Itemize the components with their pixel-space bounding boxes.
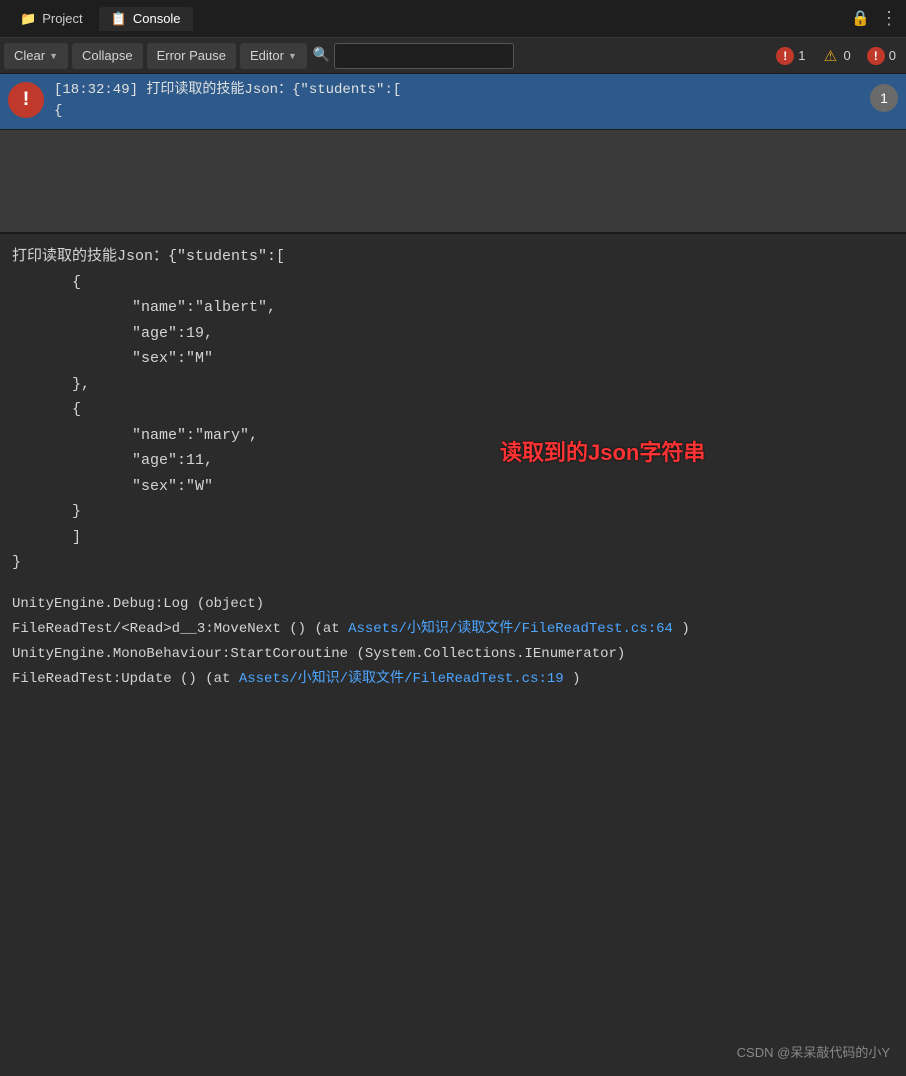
json-line-3: "name":"albert",: [132, 295, 894, 321]
info-badge[interactable]: ! 0: [861, 45, 902, 67]
warn-badge[interactable]: ⚠ 0: [816, 45, 857, 67]
clear-label: Clear: [14, 48, 45, 63]
stack-line-1: UnityEngine.Debug:Log (object): [12, 592, 894, 617]
collapse-button[interactable]: Collapse: [72, 43, 143, 69]
stack-line-5-text: FileReadTest:Update () (at: [12, 671, 230, 687]
json-line-1: 打印读取的技能Json：{"students":[: [12, 244, 894, 270]
toolbar: Clear ▼ Collapse Error Pause Editor ▼ 🔍 …: [0, 38, 906, 74]
console-tab-label: Console: [133, 11, 181, 26]
json-line-6: },: [72, 372, 894, 398]
info-count: 0: [889, 48, 896, 63]
project-tab[interactable]: 📁 Project: [8, 7, 95, 31]
error-badge[interactable]: ! 1: [770, 45, 811, 67]
json-line-2: {: [72, 270, 894, 296]
error-badge-icon: !: [776, 47, 794, 65]
stack-line-4: UnityEngine.MonoBehaviour:StartCoroutine…: [12, 642, 894, 667]
stack-line-5-close: ): [572, 671, 580, 687]
log-entry-count: 1: [870, 84, 898, 112]
log-entry-icon: !: [8, 82, 44, 118]
log-message-line2: {: [54, 103, 62, 119]
json-line-7: {: [72, 397, 894, 423]
json-line-11: }: [72, 499, 894, 525]
stack-trace: UnityEngine.Debug:Log (object) FileReadT…: [12, 592, 894, 693]
json-line-12: ]: [72, 525, 894, 551]
log-timestamp: [18:32:49]: [54, 82, 138, 98]
search-input[interactable]: [334, 43, 514, 69]
console-tab-icon: 📋: [111, 11, 127, 27]
stack-line-2: FileReadTest/<Read>d__3:MoveNext () (at …: [12, 617, 894, 642]
editor-label: Editor: [250, 48, 284, 63]
console-tab[interactable]: 📋 Console: [99, 7, 193, 31]
title-actions: 🔒 ⋮: [851, 8, 898, 30]
project-tab-icon: 📁: [20, 11, 36, 27]
json-line-10: "sex":"W": [132, 474, 894, 500]
json-line-13: }: [12, 550, 894, 576]
stack-line-2-close: ): [681, 621, 689, 637]
console-log-entry[interactable]: ! [18:32:49] 打印读取的技能Json：{"students":[ {…: [0, 74, 906, 130]
stack-link-1[interactable]: Assets/小知识/读取文件/FileReadTest.cs:64: [348, 621, 673, 637]
error-pause-button[interactable]: Error Pause: [147, 43, 236, 69]
warn-count: 0: [844, 48, 851, 63]
more-icon[interactable]: ⋮: [880, 8, 898, 30]
lock-icon[interactable]: 🔒: [851, 9, 870, 28]
title-bar: 📁 Project 📋 Console 🔒 ⋮: [0, 0, 906, 38]
editor-dropdown-arrow: ▼: [288, 51, 297, 61]
info-badge-icon: !: [867, 47, 885, 65]
log-message-short: 打印读取的技能Json：{"students":[: [146, 82, 401, 98]
stack-line-5: FileReadTest:Update () (at Assets/小知识/读取…: [12, 667, 894, 692]
editor-button[interactable]: Editor ▼: [240, 43, 307, 69]
stack-line-2-text: FileReadTest/<Read>d__3:MoveNext () (at: [12, 621, 340, 637]
json-line-5: "sex":"M": [132, 346, 894, 372]
json-line-9: "age":11,: [132, 448, 894, 474]
console-bottom-panel: 打印读取的技能Json：{"students":[ { "name":"albe…: [0, 234, 906, 1076]
search-icon: 🔍: [313, 47, 330, 64]
clear-dropdown-arrow: ▼: [49, 51, 58, 61]
footer-credit: CSDN @呆呆敲代码的小Y: [737, 1042, 890, 1064]
log-entry-text: [18:32:49] 打印读取的技能Json：{"students":[ {: [54, 80, 860, 122]
error-count: 1: [798, 48, 805, 63]
project-tab-label: Project: [42, 11, 82, 26]
clear-button[interactable]: Clear ▼: [4, 43, 68, 69]
error-pause-label: Error Pause: [157, 48, 226, 63]
collapse-label: Collapse: [82, 48, 133, 63]
console-top-panel: ! [18:32:49] 打印读取的技能Json：{"students":[ {…: [0, 74, 906, 234]
warn-badge-icon: ⚠: [822, 47, 840, 65]
json-line-4: "age":19,: [132, 321, 894, 347]
search-wrap: 🔍: [311, 43, 514, 69]
json-output: 打印读取的技能Json：{"students":[ { "name":"albe…: [12, 244, 894, 576]
stack-link-2[interactable]: Assets/小知识/读取文件/FileReadTest.cs:19: [239, 671, 564, 687]
json-line-8: "name":"mary",: [132, 423, 894, 449]
